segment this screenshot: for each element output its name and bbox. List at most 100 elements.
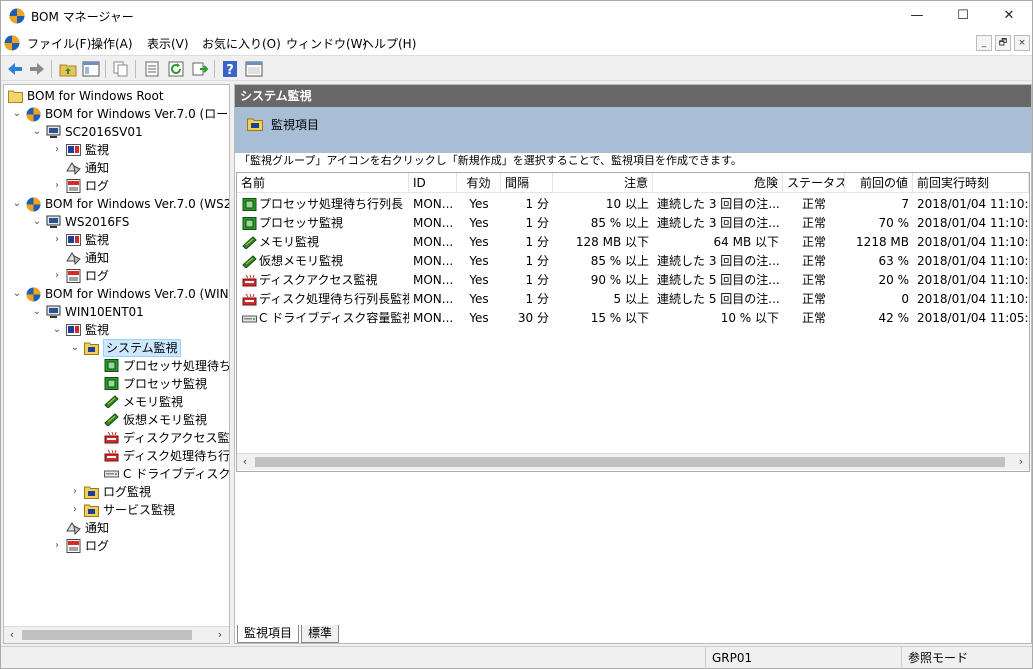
collapse-chevron-icon[interactable]: ⌄ <box>12 195 22 213</box>
expand-chevron-icon[interactable]: › <box>70 483 80 501</box>
collapse-chevron-icon[interactable]: ⌄ <box>12 285 22 303</box>
minimize-button[interactable]: — <box>894 1 940 31</box>
tree-node[interactable]: › 監視 <box>4 231 229 249</box>
tree-node[interactable]: ディスクアクセス監視 <box>4 429 229 447</box>
table-row[interactable]: 仮想メモリ監視 MON... Yes 1 分 85 % 以上 連続した 3 回目の注...… <box>237 252 1029 271</box>
collapse-chevron-icon[interactable]: ⌄ <box>32 303 42 321</box>
tree-node[interactable]: ディスク処理待ち行列長 <box>4 447 229 465</box>
collapse-chevron-icon[interactable]: ⌄ <box>32 123 42 141</box>
tree-node[interactable]: C ドライブディスク容量監 <box>4 465 229 483</box>
collapse-chevron-icon[interactable]: ⌄ <box>32 213 42 231</box>
table-row[interactable]: ディスクアクセス監視 MON... Yes 1 分 90 % 以上 連続した 5 回目の注… <box>237 271 1029 290</box>
notify-icon <box>66 161 81 176</box>
col-id-header[interactable]: ID <box>409 173 457 193</box>
scroll-right-arrow[interactable]: › <box>212 627 228 643</box>
scroll-thumb[interactable] <box>22 630 192 640</box>
tree-node[interactable]: ⌄ SC2016SV01 <box>4 123 229 141</box>
collapse-chevron-icon[interactable]: ⌄ <box>70 339 80 357</box>
tree-horizontal-scrollbar[interactable]: ‹ › <box>4 626 229 643</box>
close-button[interactable]: ✕ <box>986 1 1032 31</box>
expand-chevron-icon[interactable]: › <box>52 141 62 159</box>
menu-favorites[interactable]: お気に入り(O) <box>202 35 281 52</box>
monitor-list: 名前 ID 有効 間隔 注意 危険 ステータス 前回の値 前回実行時刻 プロセッサ処理待ち行列長… <box>236 172 1030 472</box>
help-icon[interactable]: ? <box>221 60 239 78</box>
scroll-left-arrow[interactable]: ‹ <box>4 627 20 643</box>
tree-node[interactable]: 仮想メモリ監視 <box>4 411 229 429</box>
tree-node[interactable]: ⌄ 監視 <box>4 321 229 339</box>
bom-app-icon[interactable] <box>4 35 20 51</box>
tree-node[interactable]: › ログ監視 <box>4 483 229 501</box>
expand-chevron-icon[interactable]: › <box>70 501 80 519</box>
properties-icon[interactable] <box>143 60 161 78</box>
expand-chevron-icon[interactable]: › <box>52 231 62 249</box>
col-critical-header[interactable]: 危険 <box>653 173 783 193</box>
col-warning-header[interactable]: 注意 <box>553 173 653 193</box>
tree-node[interactable]: 通知 <box>4 249 229 267</box>
expand-chevron-icon[interactable]: › <box>52 267 62 285</box>
tab-standard[interactable]: 標準 <box>301 625 340 643</box>
col-id-cell: MON... <box>413 311 454 325</box>
tree-node[interactable]: › ログ <box>4 267 229 285</box>
collapse-chevron-icon[interactable]: ⌄ <box>12 105 22 123</box>
expand-chevron-icon[interactable]: › <box>52 177 62 195</box>
table-row[interactable]: メモリ監視 MON... Yes 1 分 128 MB 以下 64 MB 以下 正常 1218… <box>237 233 1029 252</box>
export-icon[interactable] <box>191 60 209 78</box>
show-hide-tree-icon[interactable] <box>82 60 100 78</box>
menu-help[interactable]: ヘルプ(H) <box>362 35 416 52</box>
mdi-restore-button[interactable]: 🗗 <box>995 35 1011 51</box>
col-status-cell: 正常 <box>801 254 826 268</box>
col-last-value-header[interactable]: 前回の値 <box>845 173 913 193</box>
tree-node-label: メモリ監視 <box>123 395 184 409</box>
tree-node[interactable]: › 監視 <box>4 141 229 159</box>
tree-node[interactable]: ⌄ WIN10ENT01 <box>4 303 229 321</box>
refresh-icon[interactable] <box>167 60 185 78</box>
col-name-cell: 仮想メモリ監視 <box>259 254 344 268</box>
table-row[interactable]: プロセッサ処理待ち行列長 MON... Yes 1 分 10 以上 連続した 3 回目の注… <box>237 195 1029 214</box>
collapse-chevron-icon[interactable]: ⌄ <box>52 321 62 339</box>
col-enabled-header[interactable]: 有効 <box>457 173 501 193</box>
forward-icon[interactable] <box>28 60 46 78</box>
col-last-run-cell: 2018/01/04 11:10:08 <box>917 292 1029 306</box>
tree-node[interactable]: › ログ <box>4 177 229 195</box>
tree-node[interactable]: メモリ監視 <box>4 393 229 411</box>
scroll-left-arrow[interactable]: ‹ <box>237 454 253 470</box>
tree-node[interactable]: プロセッサ処理待ち行列 <box>4 357 229 375</box>
scroll-thumb[interactable] <box>255 457 1005 467</box>
table-row[interactable]: ディスク処理待ち行列長監視 MON... Yes 1 分 5 以上 連続した 5 回目の注… <box>237 290 1029 309</box>
menu-window[interactable]: ウィンドウ(W) <box>286 35 367 52</box>
copy-icon[interactable] <box>112 60 130 78</box>
tree-node[interactable]: ⌄ BOM for Windows Ver.7.0 (WS2016 <box>4 195 229 213</box>
console-icon[interactable] <box>245 60 263 78</box>
menu-file[interactable]: ファイル(F) <box>27 35 91 52</box>
tree-node[interactable]: ⌄ BOM for Windows Ver.7.0 (WIN10E <box>4 285 229 303</box>
back-icon[interactable] <box>6 60 24 78</box>
up-folder-icon[interactable] <box>59 60 77 78</box>
expand-chevron-icon[interactable]: › <box>52 537 62 555</box>
tree-node[interactable]: プロセッサ監視 <box>4 375 229 393</box>
menu-action[interactable]: 操作(A) <box>91 35 133 52</box>
col-last-run-cell: 2018/01/04 11:10:08 <box>917 197 1029 211</box>
col-id-cell: MON... <box>413 254 454 268</box>
tree-node[interactable]: ⌄ WS2016FS <box>4 213 229 231</box>
tab-monitor-items[interactable]: 監視項目 <box>237 625 300 643</box>
scroll-right-arrow[interactable]: › <box>1013 454 1029 470</box>
tree-node[interactable]: 通知 <box>4 159 229 177</box>
tree-node[interactable]: › ログ <box>4 537 229 555</box>
maximize-button[interactable]: ☐ <box>940 1 986 31</box>
col-name-header[interactable]: 名前 <box>237 173 409 193</box>
col-interval-header[interactable]: 間隔 <box>501 173 553 193</box>
tree-node[interactable]: BOM for Windows Root <box>4 87 229 105</box>
col-status-header[interactable]: ステータス <box>783 173 845 193</box>
tree-node[interactable]: 通知 <box>4 519 229 537</box>
table-row[interactable]: C ドライブディスク容量監視 MON... Yes 30 分 15 % 以下 10 % 以… <box>237 309 1029 328</box>
tree-node[interactable]: › サービス監視 <box>4 501 229 519</box>
table-row[interactable]: プロセッサ監視 MON... Yes 1 分 85 % 以上 連続した 3 回目の注...… <box>237 214 1029 233</box>
col-last-run-header[interactable]: 前回実行時刻 <box>913 173 1029 193</box>
tree-node[interactable]: ⌄ BOM for Windows Ver.7.0 (ローカル) <box>4 105 229 123</box>
menu-view[interactable]: 表示(V) <box>147 35 189 52</box>
mdi-minimize-button[interactable]: _ <box>976 35 992 51</box>
status-group: GRP01 <box>705 647 901 669</box>
tree-node[interactable]: ⌄ システム監視 <box>4 339 229 357</box>
list-horizontal-scrollbar[interactable]: ‹ › <box>237 453 1029 470</box>
mdi-close-button[interactable]: × <box>1014 35 1030 51</box>
